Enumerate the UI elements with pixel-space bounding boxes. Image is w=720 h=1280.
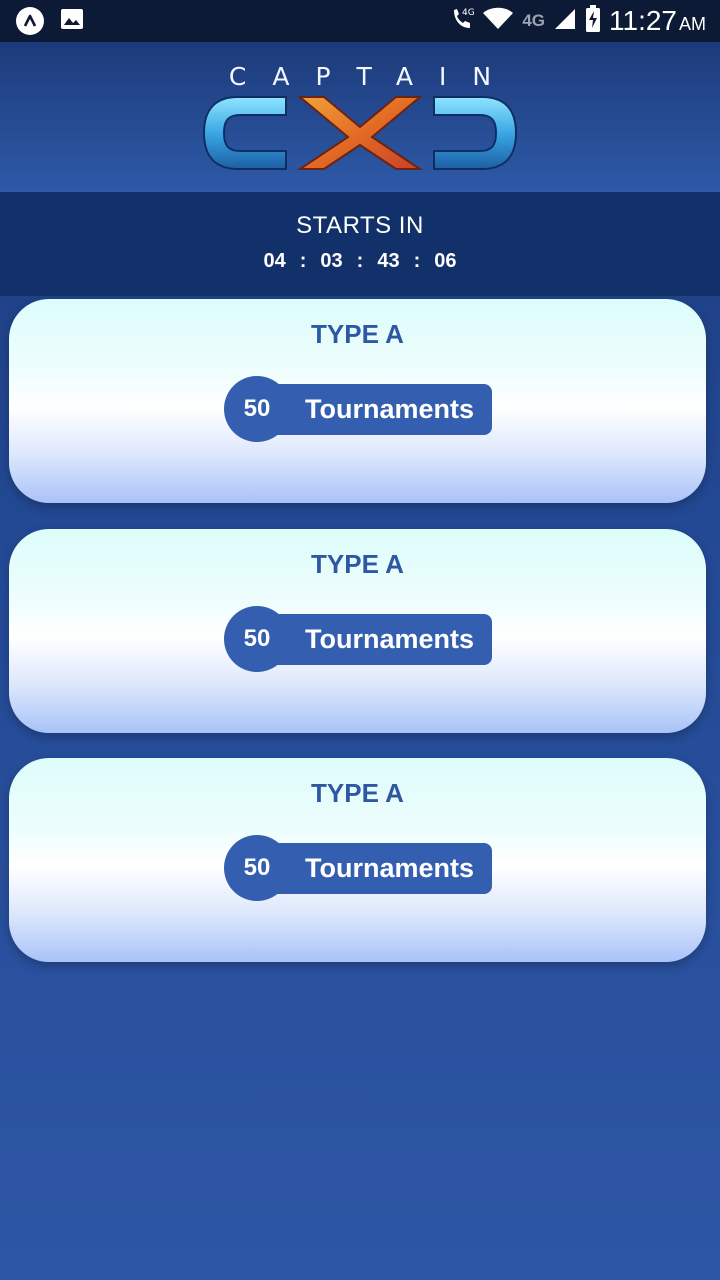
card-title: TYPE A bbox=[311, 549, 404, 579]
wifi-call-icon: 4G bbox=[450, 6, 475, 37]
countdown-separator: : bbox=[356, 250, 364, 272]
clock-time: 11:27 bbox=[609, 5, 677, 36]
status-bar: 4G 4G 11:27 AM bbox=[0, 0, 720, 42]
brand-word: CAPTAIN bbox=[228, 62, 518, 91]
countdown-days: 04 bbox=[263, 250, 286, 272]
card-title: TYPE A bbox=[311, 319, 404, 349]
countdown-seconds: 06 bbox=[434, 250, 457, 272]
tournaments-label: Tournaments bbox=[304, 624, 474, 654]
tournament-card[interactable]: TYPE A Tournaments 50 bbox=[9, 758, 706, 962]
tournament-count: 50 bbox=[243, 395, 271, 422]
network-type-label: 4G bbox=[522, 11, 545, 30]
wifi-icon bbox=[482, 7, 514, 36]
card-title: TYPE A bbox=[311, 778, 404, 808]
countdown-section: STARTS IN 04 : 03 : 43 : 06 bbox=[0, 192, 720, 296]
countdown-separator: : bbox=[299, 250, 307, 272]
tournament-count-badge: 50 bbox=[224, 606, 290, 672]
tournament-count: 50 bbox=[243, 854, 271, 881]
countdown-hours: 03 bbox=[320, 250, 343, 272]
tournaments-button[interactable]: Tournaments bbox=[261, 614, 492, 665]
signal-icon bbox=[553, 7, 577, 36]
tournament-card[interactable]: TYPE A Tournaments 50 bbox=[9, 299, 706, 503]
countdown-minutes: 43 bbox=[377, 250, 400, 272]
tournament-count-badge: 50 bbox=[224, 835, 290, 901]
countdown-separator: : bbox=[413, 250, 421, 272]
tournaments-label: Tournaments bbox=[304, 394, 474, 424]
tournaments-label: Tournaments bbox=[304, 853, 474, 883]
countdown-timer: 04 : 03 : 43 : 06 bbox=[0, 250, 720, 273]
tournament-count: 50 bbox=[243, 625, 271, 652]
battery-charging-icon bbox=[585, 4, 601, 38]
image-icon bbox=[60, 8, 84, 35]
app-header: CAPTAIN bbox=[0, 42, 720, 192]
tournaments-button[interactable]: Tournaments bbox=[261, 843, 492, 894]
tournaments-button[interactable]: Tournaments bbox=[261, 384, 492, 435]
clock-ampm: AM bbox=[679, 14, 706, 34]
tournament-card[interactable]: TYPE A Tournaments 50 bbox=[9, 529, 706, 733]
tournament-count-badge: 50 bbox=[224, 376, 290, 442]
clock: 11:27 AM bbox=[609, 5, 706, 37]
app-launcher-icon bbox=[16, 7, 44, 35]
svg-text:4G: 4G bbox=[462, 8, 474, 18]
starts-in-label: STARTS IN bbox=[296, 212, 424, 239]
captain-cxd-logo bbox=[202, 96, 518, 170]
